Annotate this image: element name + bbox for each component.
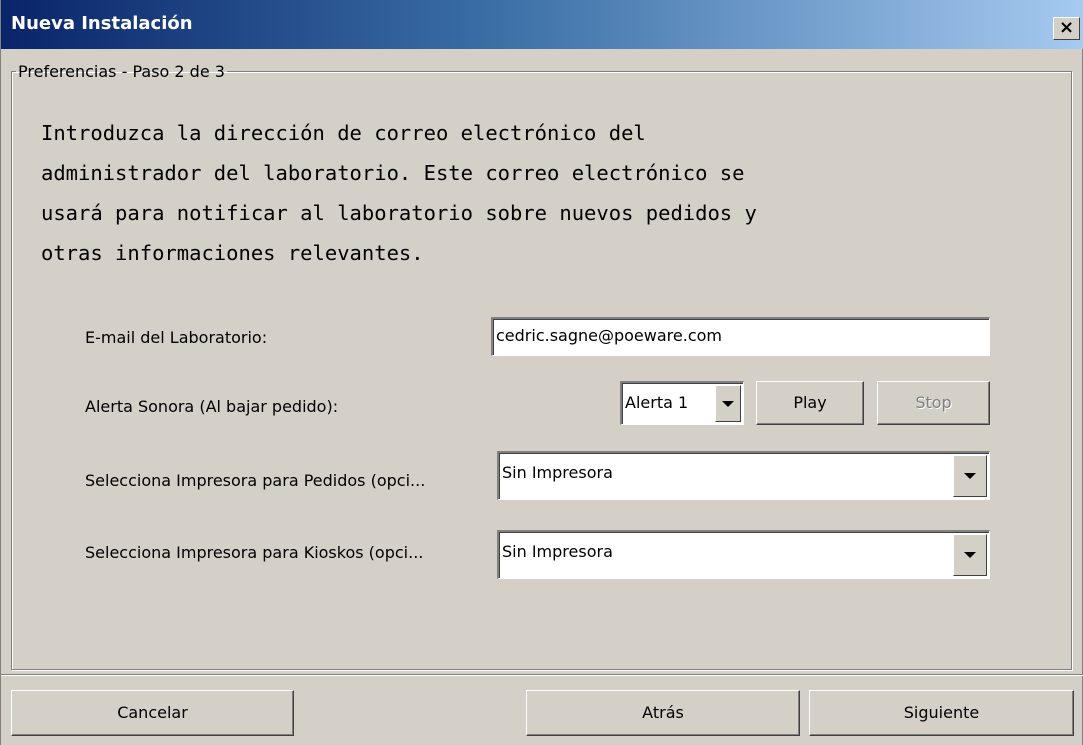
cancel-button[interactable]: Cancelar [11,690,294,736]
printer-kiosks-value: Sin Impresora [502,542,613,561]
alert-select[interactable]: Alerta 1 [620,381,744,425]
alert-value: Alerta 1 [625,393,689,412]
instructions-text: Introduzca la dirección de correo electr… [41,121,757,265]
alert-label: Alerta Sonora (Al bajar pedido): [85,397,339,416]
chevron-down-icon [722,400,734,407]
chevron-down-icon [964,552,976,558]
close-button[interactable]: × [1053,17,1080,40]
close-icon: × [1058,17,1075,38]
stop-button[interactable]: Stop [877,381,990,425]
printer-orders-label: Selecciona Impresora para Pedidos (opci.… [85,471,426,490]
footer-divider [1,674,1083,676]
window-title: Nueva Instalación [11,13,193,34]
printer-orders-select[interactable]: Sin Impresora [497,451,990,500]
chevron-down-icon [964,473,976,479]
printer-kiosks-dropdown-button[interactable] [953,534,987,576]
printer-orders-dropdown-button[interactable] [953,455,987,497]
alert-dropdown-button[interactable] [715,385,741,422]
group-legend: Preferencias - Paso 2 de 3 [18,62,225,81]
title-bar[interactable]: Nueva Instalación × [1,0,1083,49]
email-label: E-mail del Laboratorio: [85,328,268,347]
back-button[interactable]: Atrás [526,690,800,736]
installation-dialog: Nueva Instalación × Preferencias - Paso … [0,0,1083,745]
play-button[interactable]: Play [756,381,864,425]
email-value: cedric.sagne@poeware.com [496,326,722,345]
printer-orders-value: Sin Impresora [502,463,613,482]
next-button[interactable]: Siguiente [809,690,1074,736]
email-field[interactable]: cedric.sagne@poeware.com [491,317,990,356]
printer-kiosks-label: Selecciona Impresora para Kioskos (opci.… [85,543,424,562]
printer-kiosks-select[interactable]: Sin Impresora [497,530,990,579]
